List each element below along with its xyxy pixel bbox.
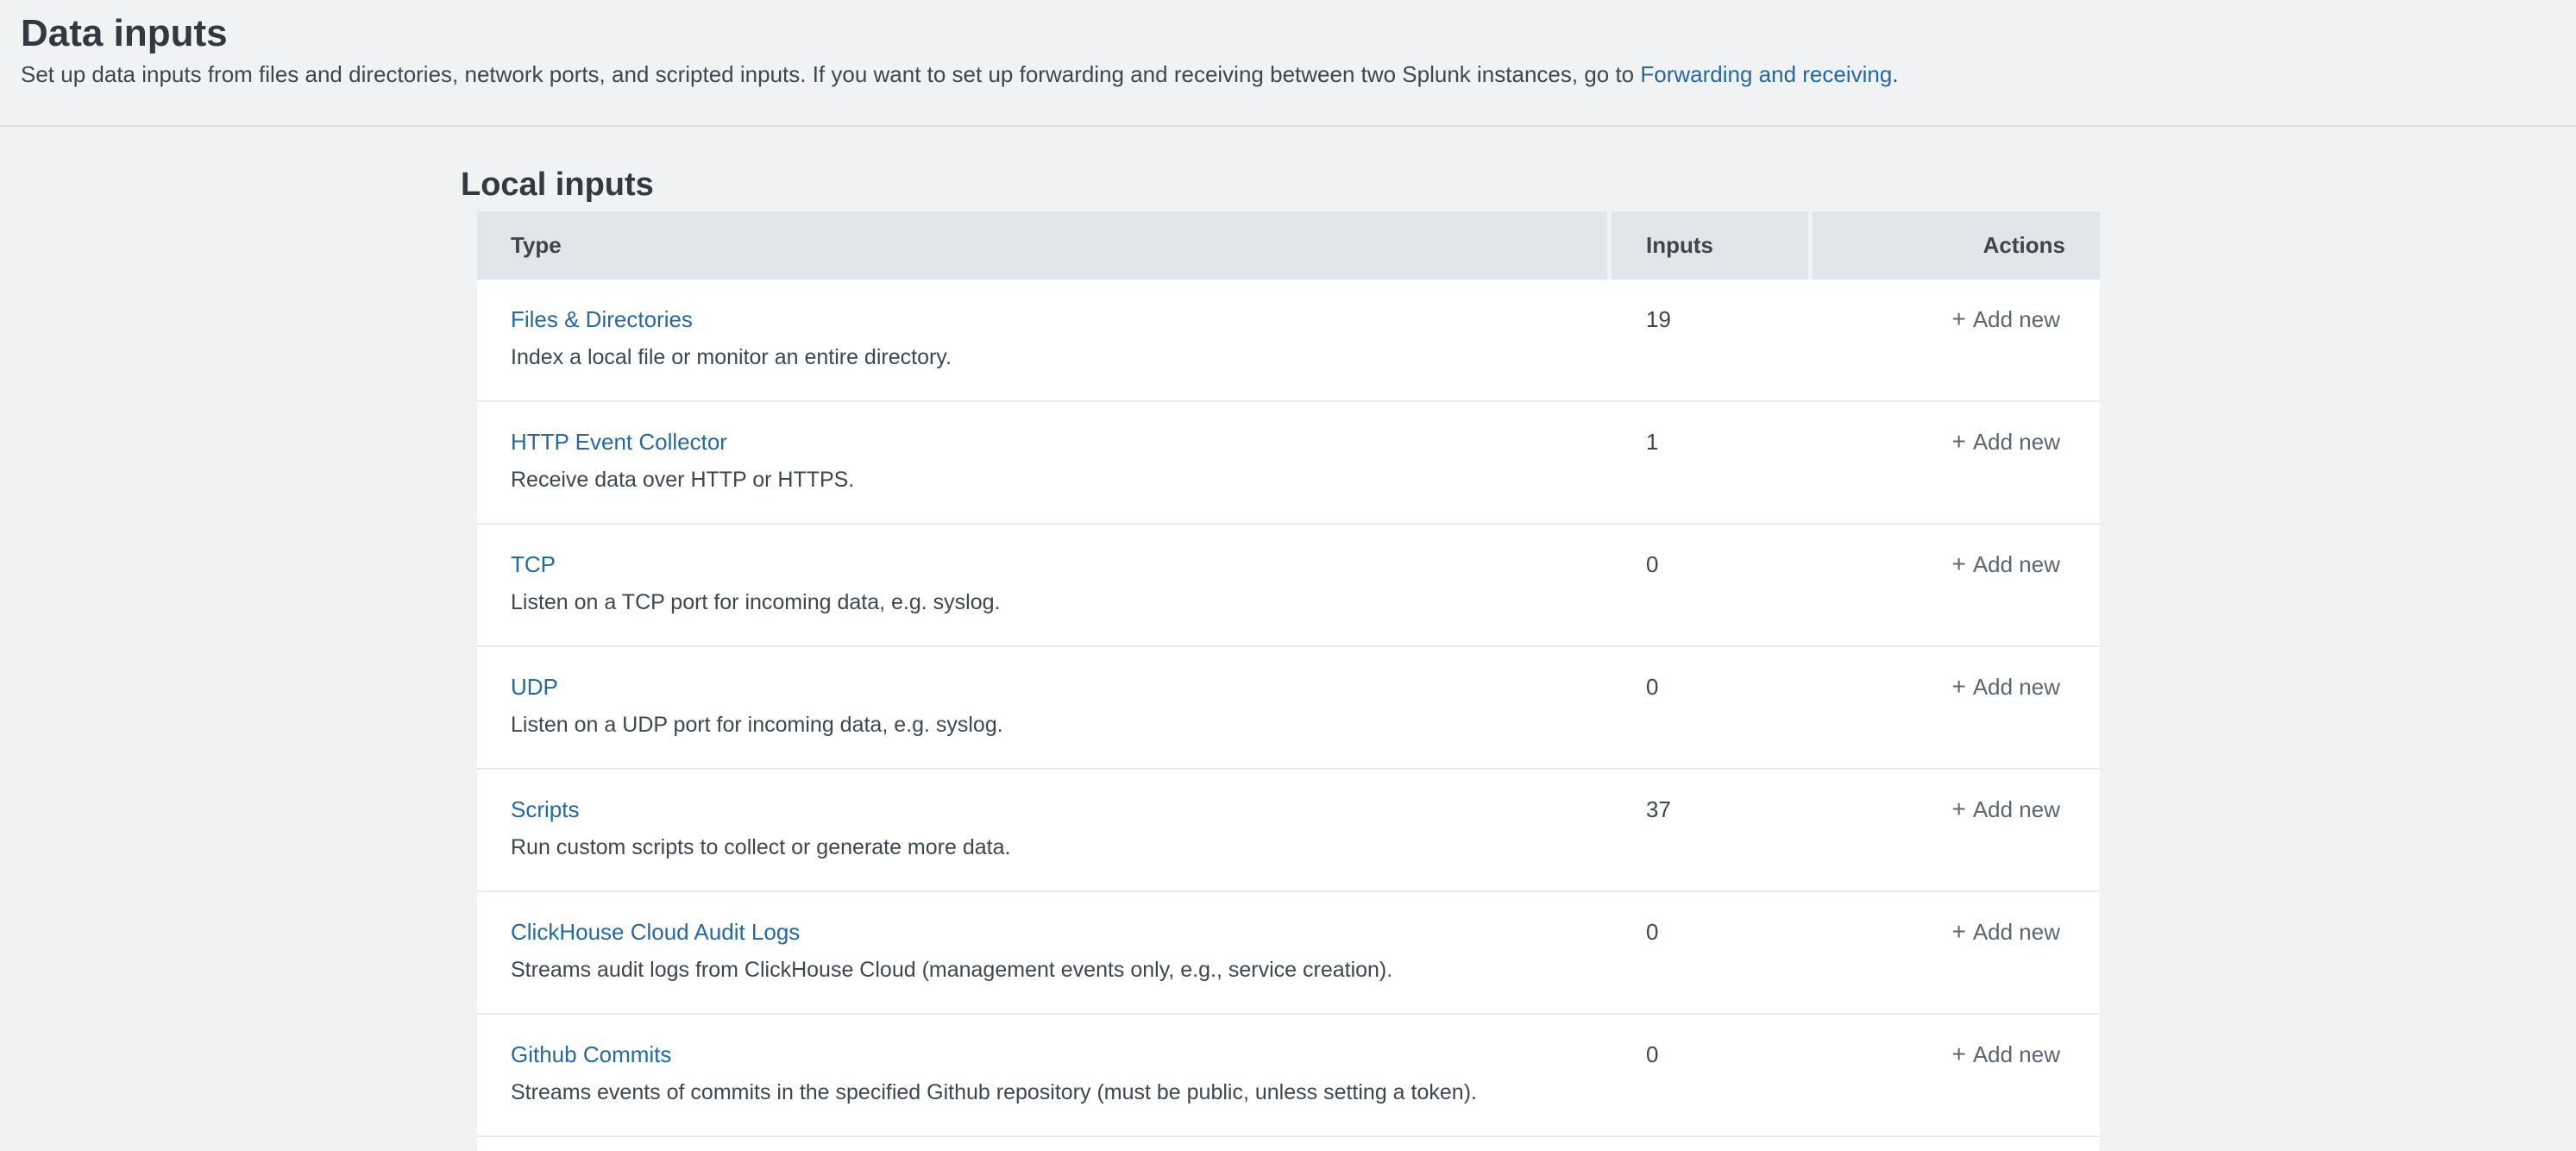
input-type-link[interactable]: TCP (511, 550, 556, 578)
page-title: Data inputs (21, 12, 2541, 55)
add-new-label: Add new (1973, 306, 2060, 332)
type-cell: UDP Listen on a UDP port for incoming da… (477, 647, 1612, 768)
plus-icon: + (1951, 550, 1965, 577)
page-subtitle: Set up data inputs from files and direct… (21, 60, 2541, 88)
table-row: Files & Directories Index a local file o… (477, 280, 2100, 402)
inputs-cell: 19 (1612, 280, 1813, 400)
page-header: Data inputs Set up data inputs from file… (0, 0, 2576, 127)
input-type-link[interactable]: ClickHouse Cloud Audit Logs (511, 918, 800, 946)
input-type-description: Streams audit logs from ClickHouse Cloud… (511, 957, 1586, 983)
page-subtitle-text: Set up data inputs from files and direct… (21, 61, 1640, 87)
table-header-row: Type Inputs Actions (477, 211, 2100, 280)
add-new-label: Add new (1973, 429, 2060, 455)
input-type-link[interactable]: Github Commits (511, 1041, 671, 1068)
inputs-count: 0 (1646, 919, 1658, 945)
add-new-link[interactable]: + Add new (1951, 550, 2060, 578)
inputs-count: 0 (1646, 551, 1658, 577)
type-cell: Github Commits Streams events of commits… (477, 1015, 1612, 1135)
type-cell: TCP Listen on a TCP port for incoming da… (477, 525, 1612, 645)
actions-cell: + Add new (1813, 402, 2100, 523)
plus-icon: + (1951, 796, 1965, 822)
inputs-cell: 0 (1612, 647, 1813, 768)
inputs-count: 0 (1646, 1041, 1658, 1067)
type-cell: HTTP Event Collector Receive data over H… (477, 402, 1612, 523)
table-row: UDP Listen on a UDP port for incoming da… (477, 647, 2100, 770)
input-type-description: Index a local file or monitor an entire … (511, 344, 1586, 370)
column-header-actions: Actions (1813, 211, 2100, 280)
type-cell: Scripts Run custom scripts to collect or… (477, 770, 1612, 890)
plus-icon: + (1951, 673, 1965, 700)
add-new-label: Add new (1973, 674, 2060, 700)
inputs-count: 37 (1646, 796, 1671, 822)
forwarding-and-receiving-link[interactable]: Forwarding and receiving (1640, 61, 1892, 87)
add-new-link[interactable]: + Add new (1951, 673, 2060, 701)
section-heading-local-inputs: Local inputs (461, 166, 654, 204)
input-type-link[interactable]: Scripts (511, 796, 579, 823)
add-new-link[interactable]: + Add new (1951, 796, 2060, 823)
input-type-description: Receive data over HTTP or HTTPS. (511, 467, 1586, 493)
local-inputs-table: Type Inputs Actions Files & Directories … (477, 211, 2100, 1151)
table-next-row-sliver (477, 1137, 2100, 1151)
plus-icon: + (1951, 305, 1965, 332)
table-row: Github Commits Streams events of commits… (477, 1015, 2100, 1137)
inputs-cell: 0 (1612, 892, 1813, 1013)
actions-cell: + Add new (1813, 1015, 2100, 1135)
table-row: ClickHouse Cloud Audit Logs Streams audi… (477, 892, 2100, 1015)
table-row: TCP Listen on a TCP port for incoming da… (477, 525, 2100, 647)
add-new-link[interactable]: + Add new (1951, 918, 2060, 946)
inputs-cell: 0 (1612, 1015, 1813, 1135)
actions-cell: + Add new (1813, 525, 2100, 645)
add-new-label: Add new (1973, 551, 2060, 577)
input-type-link[interactable]: UDP (511, 673, 558, 701)
column-header-type: Type (477, 211, 1607, 280)
page-subtitle-suffix: . (1892, 61, 1898, 87)
input-type-link[interactable]: Files & Directories (511, 305, 693, 333)
input-type-description: Streams events of commits in the specifi… (511, 1079, 1586, 1105)
add-new-label: Add new (1973, 796, 2060, 822)
add-new-label: Add new (1973, 919, 2060, 945)
inputs-cell: 1 (1612, 402, 1813, 523)
type-cell: ClickHouse Cloud Audit Logs Streams audi… (477, 892, 1612, 1013)
add-new-link[interactable]: + Add new (1951, 305, 2060, 333)
actions-cell: + Add new (1813, 892, 2100, 1013)
inputs-count: 1 (1646, 429, 1658, 455)
add-new-label: Add new (1973, 1041, 2060, 1067)
input-type-description: Listen on a TCP port for incoming data, … (511, 589, 1586, 615)
plus-icon: + (1951, 918, 1965, 945)
type-cell: Files & Directories Index a local file o… (477, 280, 1612, 400)
column-header-inputs: Inputs (1612, 211, 1808, 280)
table-row: HTTP Event Collector Receive data over H… (477, 402, 2100, 525)
table-body: Files & Directories Index a local file o… (477, 280, 2100, 1137)
input-type-description: Run custom scripts to collect or generat… (511, 834, 1586, 860)
plus-icon: + (1951, 428, 1965, 455)
add-new-link[interactable]: + Add new (1951, 1041, 2060, 1068)
inputs-cell: 37 (1612, 770, 1813, 890)
inputs-cell: 0 (1612, 525, 1813, 645)
add-new-link[interactable]: + Add new (1951, 428, 2060, 456)
actions-cell: + Add new (1813, 280, 2100, 400)
inputs-count: 19 (1646, 306, 1671, 332)
actions-cell: + Add new (1813, 770, 2100, 890)
input-type-link[interactable]: HTTP Event Collector (511, 428, 727, 456)
actions-cell: + Add new (1813, 647, 2100, 768)
table-row: Scripts Run custom scripts to collect or… (477, 770, 2100, 892)
plus-icon: + (1951, 1041, 1965, 1067)
input-type-description: Listen on a UDP port for incoming data, … (511, 712, 1586, 738)
inputs-count: 0 (1646, 674, 1658, 700)
